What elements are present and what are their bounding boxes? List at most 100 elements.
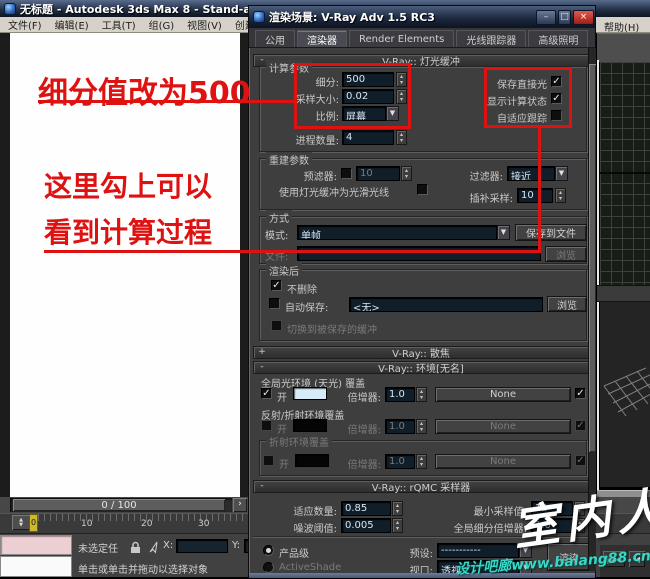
tab-common[interactable]: 公用 — [255, 30, 295, 47]
interp-field[interactable]: 10 — [517, 188, 553, 203]
ruler-tick-30: 30 — [198, 519, 210, 529]
annotation-check-text-2: 看到计算过程 — [44, 216, 213, 249]
scrollbar-thumb[interactable] — [589, 64, 596, 452]
prefilter-label: 预滤器: — [303, 172, 337, 183]
grid-axis-line — [600, 172, 650, 174]
menu-tools[interactable]: 工具(T) — [102, 17, 136, 32]
refl-mult-field[interactable]: 1.0 — [385, 419, 415, 434]
refr-env-map-checkbox[interactable] — [575, 455, 586, 466]
close-icon[interactable]: × — [573, 10, 594, 25]
gi-env-on-checkbox[interactable] — [261, 388, 272, 399]
refl-env-on-checkbox[interactable] — [261, 420, 272, 431]
viewport-border — [597, 60, 599, 497]
use-glossy-checkbox[interactable] — [417, 184, 428, 195]
cursor-mode-icon[interactable] — [148, 539, 159, 558]
production-radio[interactable] — [263, 545, 274, 556]
adapt-field[interactable]: 0.85 — [341, 501, 391, 516]
menu-file[interactable]: 文件(F) — [8, 17, 42, 32]
chevron-down-icon[interactable] — [497, 225, 510, 240]
refl-env-map-button[interactable]: None — [435, 419, 571, 434]
dialog-tabs: 公用 渲染器 Render Elements 光线跟踪器 高级照明 — [249, 28, 595, 48]
refr-env-on-checkbox[interactable] — [263, 455, 274, 466]
mode-dropdown-value[interactable]: 单帧 — [297, 225, 497, 240]
refl-color-swatch[interactable] — [293, 419, 327, 432]
passes-field[interactable]: 4 — [342, 130, 394, 145]
file-field[interactable] — [297, 246, 541, 261]
menu-group[interactable]: 组(G) — [149, 17, 175, 32]
time-slider-handle[interactable]: 0 / 100 — [13, 499, 225, 511]
auto-save-browse-button[interactable]: 浏览 — [547, 296, 587, 312]
maximize-button[interactable]: □ — [558, 10, 571, 25]
passes-spinner[interactable] — [396, 130, 407, 145]
dialog-bottom-strip — [249, 573, 595, 578]
noise-field[interactable]: 0.005 — [341, 518, 391, 533]
menu-help[interactable]: 帮助(H) — [604, 19, 639, 34]
refl-mult-spinner[interactable] — [416, 419, 427, 434]
interp-spinner[interactable] — [555, 188, 566, 203]
auto-save-checkbox[interactable] — [269, 298, 280, 309]
gi-color-swatch[interactable] — [293, 387, 327, 400]
prefilter-spinner[interactable] — [401, 166, 412, 181]
menu-views[interactable]: 视图(V) — [187, 17, 222, 32]
gi-env-map-checkbox[interactable] — [575, 388, 586, 399]
global-subdivs-label: 全局细分倍增器: — [453, 524, 527, 535]
time-marker[interactable]: 0 — [29, 514, 38, 532]
prefilter-checkbox[interactable] — [341, 168, 352, 179]
selection-lock-icon[interactable] — [130, 539, 141, 558]
adapt-spinner[interactable] — [392, 501, 403, 516]
mini-curve-editor-icon[interactable]: ▲ ▼ — [12, 515, 30, 530]
x-coordinate-field[interactable] — [176, 539, 228, 553]
prompt-line: 单击或单击并拖动以选择对象 — [78, 565, 208, 576]
maxscript-listener-output[interactable] — [0, 556, 72, 577]
dont-delete-checkbox[interactable] — [271, 280, 282, 291]
expand-icon — [257, 348, 267, 357]
activeshade-radio[interactable] — [263, 562, 274, 573]
file-browse-button[interactable]: 浏览 — [545, 246, 587, 262]
prefilter-field[interactable]: 10 — [356, 166, 400, 181]
ruler-tick-20: 20 — [141, 519, 153, 529]
refr-color-swatch[interactable] — [295, 454, 329, 467]
tab-advanced-lighting[interactable]: 高级照明 — [528, 30, 589, 47]
selection-status: 未选定任 — [78, 544, 118, 555]
dialog-icon — [253, 11, 265, 23]
viewport-perspective[interactable] — [600, 302, 650, 487]
noise-label: 噪波阈值: — [293, 524, 337, 535]
x-label: X: — [163, 540, 174, 551]
gi-mult-field[interactable]: 1.0 — [385, 387, 415, 402]
refr-mult-field[interactable]: 1.0 — [385, 454, 415, 469]
noise-spinner[interactable] — [392, 518, 403, 533]
dont-delete-label: 不删除 — [287, 285, 317, 296]
refr-mult-spinner[interactable] — [416, 454, 427, 469]
chevron-down-icon[interactable] — [555, 166, 568, 181]
minimize-button[interactable]: – — [536, 10, 556, 25]
next-frame-button[interactable] — [233, 498, 247, 512]
viewport-divider[interactable] — [597, 285, 650, 302]
annotation-line-1 — [38, 100, 294, 103]
tab-raytracer[interactable]: 光线跟踪器 — [456, 30, 527, 47]
gi-env-map-button[interactable]: None — [435, 387, 571, 402]
menu-edit[interactable]: 编辑(E) — [55, 17, 89, 32]
refr-env-map-button[interactable]: None — [435, 454, 571, 469]
gi-mult-spinner[interactable] — [416, 387, 427, 402]
tab-render-elements[interactable]: Render Elements — [349, 30, 455, 47]
tab-renderer[interactable]: 渲染器 — [297, 30, 347, 47]
time-slider-value: 0 / 100 — [101, 499, 137, 511]
activeshade-label: ActiveShade — [279, 562, 342, 573]
gi-mult-label: 倍增器: — [347, 393, 381, 404]
refl-mult-label: 倍增器: — [347, 425, 381, 436]
adapt-label: 适应数量: — [293, 507, 337, 518]
annotation-line-vertical — [538, 128, 541, 253]
rollout-environment[interactable]: V-Ray:: 环境[无名] — [253, 361, 589, 375]
main-toolbar: ▤ ∷ — [597, 33, 650, 62]
perspective-grid — [603, 367, 650, 417]
auto-save-path-field[interactable]: <无> — [349, 297, 543, 312]
switch-saved-checkbox[interactable] — [271, 320, 282, 331]
dialog-title: 渲染场景: V-Ray Adv 1.5 RC3 — [269, 11, 435, 24]
rollout-caustics[interactable]: V-Ray:: 散焦 — [253, 346, 589, 360]
annotation-box-subdivs — [294, 63, 411, 129]
maxscript-listener-input[interactable] — [0, 535, 72, 555]
ruler-tick-10: 10 — [81, 519, 93, 529]
save-to-file-button[interactable]: 保存到文件 — [515, 224, 587, 241]
refl-env-map-checkbox[interactable] — [575, 420, 586, 431]
filter-dropdown-value[interactable]: 接近 — [507, 166, 555, 181]
